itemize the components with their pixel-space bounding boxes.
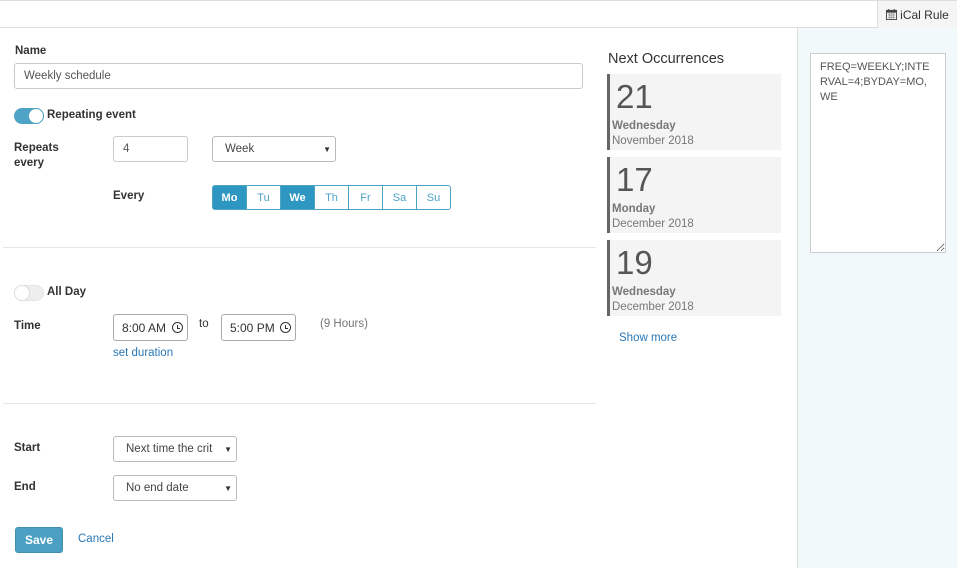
caret-down-icon: ▼ xyxy=(323,145,331,154)
day-mo-button[interactable]: Mo xyxy=(212,185,247,210)
set-duration-link[interactable]: set duration xyxy=(113,347,173,359)
cancel-link[interactable]: Cancel xyxy=(78,533,114,545)
start-value: Next time the crit xyxy=(126,443,213,455)
next-occurrences-title: Next Occurrences xyxy=(608,51,725,67)
end-label: End xyxy=(14,481,36,493)
toggle-knob xyxy=(14,285,30,301)
interval-input[interactable]: 4 xyxy=(113,136,188,162)
occurrence-card: 21 Wednesday November 2018 xyxy=(607,74,781,150)
repeating-event-toggle[interactable] xyxy=(14,108,44,124)
start-label: Start xyxy=(14,442,41,454)
show-more-link[interactable]: Show more xyxy=(619,332,677,344)
name-input-value: Weekly schedule xyxy=(24,70,111,82)
weekday-selector: Mo Tu We Th Fr Sa Su xyxy=(212,185,451,210)
calendar-icon xyxy=(886,9,898,20)
day-sa-button[interactable]: Sa xyxy=(382,185,417,210)
occurrence-weekday: Wednesday xyxy=(612,286,676,298)
repeats-every-label-line1: Repeats xyxy=(14,142,59,154)
occurrence-card: 19 Wednesday December 2018 xyxy=(607,240,781,316)
day-th-button[interactable]: Th xyxy=(314,185,349,210)
start-time-input[interactable]: 8:00 AM xyxy=(113,314,188,341)
section-divider xyxy=(3,403,596,404)
all-day-label: All Day xyxy=(47,286,86,298)
ical-panel: FREQ=WEEKLY;INTERVAL=4;BYDAY=MO,WE xyxy=(797,28,957,568)
repeating-event-label: Repeating event xyxy=(47,109,136,121)
clock-icon xyxy=(280,322,291,333)
day-we-button[interactable]: We xyxy=(280,185,315,210)
occurrence-month-year: November 2018 xyxy=(612,135,694,147)
ical-rule-label: iCal Rule xyxy=(900,7,949,22)
save-button[interactable]: Save xyxy=(15,527,63,553)
frequency-value: Week xyxy=(225,143,255,155)
ical-rule-button[interactable]: iCal Rule xyxy=(877,1,957,28)
to-label: to xyxy=(199,318,209,330)
all-day-toggle[interactable] xyxy=(14,285,44,301)
duration-text: (9 Hours) xyxy=(320,318,368,330)
end-time-value: 5:00 PM xyxy=(230,320,275,335)
occurrence-month-year: December 2018 xyxy=(612,301,694,313)
interval-value: 4 xyxy=(123,143,130,155)
repeats-every-label-line2: every xyxy=(14,157,45,169)
every-label: Every xyxy=(113,190,145,202)
caret-down-icon: ▼ xyxy=(224,445,232,454)
occurrence-weekday: Monday xyxy=(612,203,656,215)
name-label: Name xyxy=(15,45,47,57)
end-select[interactable]: No end date ▼ xyxy=(113,475,237,501)
occurrence-card: 17 Monday December 2018 xyxy=(607,157,781,233)
day-fr-button[interactable]: Fr xyxy=(348,185,383,210)
time-label: Time xyxy=(14,320,41,332)
clock-icon xyxy=(172,322,183,333)
occurrence-day: 19 xyxy=(616,244,653,281)
occurrence-month-year: December 2018 xyxy=(612,218,694,230)
frequency-select[interactable]: Week ▼ xyxy=(212,136,336,162)
top-toolbar: iCal Rule xyxy=(0,0,957,28)
occurrence-day: 21 xyxy=(616,78,653,115)
section-divider xyxy=(3,247,596,248)
end-value: No end date xyxy=(126,482,189,494)
ical-rule-textarea[interactable]: FREQ=WEEKLY;INTERVAL=4;BYDAY=MO,WE xyxy=(810,53,946,253)
toggle-knob xyxy=(28,108,44,124)
start-select[interactable]: Next time the crit ▼ xyxy=(113,436,237,462)
end-time-input[interactable]: 5:00 PM xyxy=(221,314,296,341)
occurrence-day: 17 xyxy=(616,161,653,198)
caret-down-icon: ▼ xyxy=(224,484,232,493)
name-input[interactable]: Weekly schedule xyxy=(14,63,583,89)
day-su-button[interactable]: Su xyxy=(416,185,451,210)
occurrence-weekday: Wednesday xyxy=(612,120,676,132)
day-tu-button[interactable]: Tu xyxy=(246,185,281,210)
start-time-value: 8:00 AM xyxy=(122,320,167,335)
